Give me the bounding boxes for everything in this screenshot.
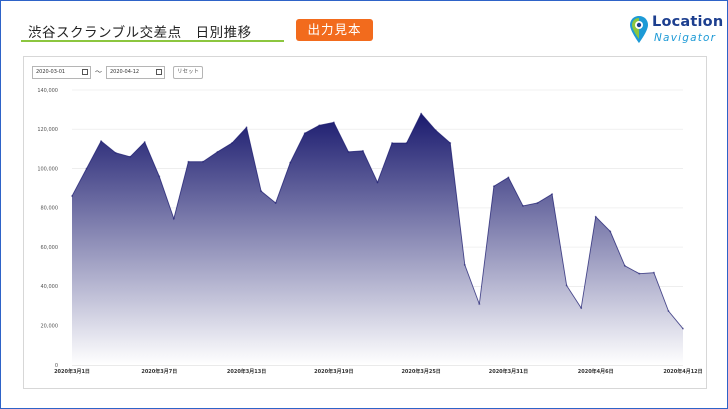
x-tick-label: 2020年3月1日 [54, 368, 90, 375]
data-point[interactable] [216, 150, 219, 153]
y-tick-label: 40,000 [41, 284, 59, 290]
y-tick-label: 80,000 [41, 206, 59, 212]
y-tick-label: 120,000 [37, 127, 58, 133]
data-point[interactable] [100, 140, 103, 143]
title-underline [21, 40, 284, 42]
data-point[interactable] [172, 217, 175, 220]
x-tick-label: 2020年4月12日 [663, 368, 702, 375]
logo-text-location: Location [652, 14, 724, 30]
y-tick-label: 60,000 [41, 245, 59, 251]
chart-panel: 2020-03-01 〜 2020-04-12 リセット 0 20,000 40,0… [23, 56, 707, 389]
data-point[interactable] [318, 124, 321, 127]
daily-trend-area-chart: 0 20,000 40,000 60,000 80,000 100,000 120,000 1… [37, 88, 702, 375]
data-point[interactable] [652, 271, 655, 274]
data-point[interactable] [114, 151, 117, 154]
data-point[interactable] [347, 150, 350, 153]
data-point[interactable] [667, 309, 670, 312]
data-point[interactable] [260, 190, 263, 193]
data-point[interactable] [361, 149, 364, 152]
data-point[interactable] [492, 185, 495, 188]
data-point[interactable] [158, 175, 161, 178]
map-pin-icon [630, 16, 648, 43]
series-area [72, 113, 683, 365]
page-title: 渋谷スクランブル交差点 日別推移 [28, 25, 252, 41]
data-point[interactable] [85, 167, 88, 170]
data-point[interactable] [536, 201, 539, 204]
data-point[interactable] [638, 272, 641, 275]
data-point[interactable] [521, 204, 524, 207]
y-tick-label: 140,000 [37, 88, 58, 94]
data-point[interactable] [245, 126, 248, 129]
data-point[interactable] [274, 201, 277, 204]
y-tick-label: 100,000 [37, 166, 58, 172]
data-point[interactable] [682, 327, 684, 330]
x-tick-label: 2020年4月6日 [578, 368, 614, 375]
data-point[interactable] [551, 193, 554, 196]
output-sample-badge: 出力見本 [296, 19, 373, 41]
x-tick-label: 2020年3月19日 [314, 368, 353, 375]
logo-text-navigator: Navigator [654, 32, 717, 44]
y-tick-label: 0 [55, 363, 58, 369]
data-point[interactable] [376, 181, 379, 184]
data-point[interactable] [580, 307, 583, 310]
data-point[interactable] [449, 142, 452, 145]
data-point[interactable] [143, 141, 146, 144]
data-point[interactable] [478, 303, 481, 306]
data-point[interactable] [463, 263, 466, 266]
data-point[interactable] [623, 264, 626, 267]
data-point[interactable] [391, 142, 394, 145]
data-point[interactable] [129, 155, 132, 158]
location-navigator-logo: Location Navigator [630, 14, 724, 48]
data-point[interactable] [405, 142, 408, 145]
data-point[interactable] [332, 121, 335, 124]
data-point[interactable] [507, 176, 510, 179]
data-point[interactable] [609, 230, 612, 233]
data-point[interactable] [420, 112, 423, 115]
y-tick-label: 20,000 [41, 324, 59, 330]
data-point[interactable] [434, 129, 437, 132]
x-tick-label: 2020年3月25日 [401, 368, 440, 375]
data-point[interactable] [187, 160, 190, 163]
x-tick-label: 2020年3月13日 [227, 368, 266, 375]
data-point[interactable] [71, 195, 73, 198]
data-point[interactable] [231, 142, 234, 145]
data-point[interactable] [594, 215, 597, 218]
data-point[interactable] [289, 161, 292, 164]
data-point[interactable] [565, 284, 568, 287]
data-point[interactable] [201, 160, 204, 163]
x-tick-label: 2020年3月7日 [141, 368, 177, 375]
data-point[interactable] [303, 132, 306, 135]
x-tick-label: 2020年3月31日 [489, 368, 528, 375]
